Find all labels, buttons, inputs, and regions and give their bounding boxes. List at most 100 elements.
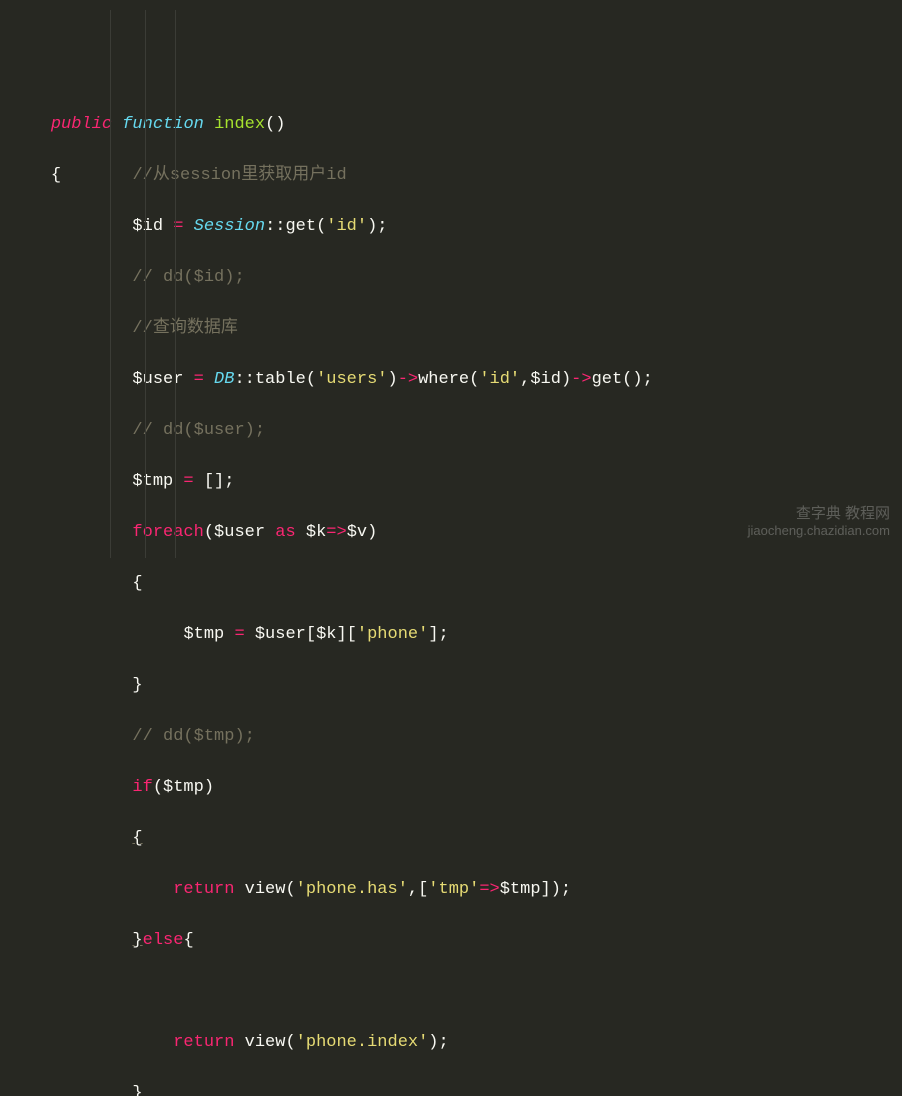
function: view: [245, 880, 286, 899]
punct: (: [285, 880, 295, 899]
keyword: foreach: [132, 523, 203, 542]
comment: //从session里获取用户id: [132, 166, 346, 185]
code-line[interactable]: {: [10, 826, 892, 852]
method: table: [255, 370, 306, 389]
punct: (: [306, 370, 316, 389]
string: 'phone.has': [296, 880, 408, 899]
code-editor[interactable]: public function index() { //从session里获取用…: [10, 10, 892, 1096]
punct: ();: [622, 370, 653, 389]
code-line[interactable]: {: [10, 571, 892, 597]
string: 'tmp': [428, 880, 479, 899]
comment: // dd($user);: [132, 421, 265, 440]
method: get: [285, 217, 316, 236]
punct: ): [561, 370, 571, 389]
punct: (: [204, 523, 214, 542]
punct: (: [316, 217, 326, 236]
operator: ->: [398, 370, 418, 389]
code-line[interactable]: $user = DB::table('users')->where('id',$…: [10, 367, 892, 393]
variable: $tmp: [183, 625, 224, 644]
watermark-text-cn: 查字典 教程网: [748, 504, 890, 524]
code-line[interactable]: return view('phone.index');: [10, 1030, 892, 1056]
code-line[interactable]: $id = Session::get('id');: [10, 214, 892, 240]
punct: (): [265, 115, 285, 134]
variable: $k: [306, 523, 326, 542]
punct: (: [469, 370, 479, 389]
code-line[interactable]: $tmp = [];: [10, 469, 892, 495]
brace: {: [132, 574, 142, 593]
variable: $tmp: [132, 472, 173, 491]
punct: ,: [408, 880, 418, 899]
function: view: [245, 1033, 286, 1052]
brace: {: [132, 829, 142, 848]
punct: ,: [520, 370, 530, 389]
class: DB: [214, 370, 234, 389]
punct: ): [367, 523, 377, 542]
punct: (: [285, 1033, 295, 1052]
comment: //查询数据库: [132, 319, 237, 338]
keyword: function: [122, 115, 204, 134]
code-line[interactable]: // dd($tmp);: [10, 724, 892, 750]
code-line[interactable]: // dd($user);: [10, 418, 892, 444]
variable: $id: [530, 370, 561, 389]
watermark-url: jiaocheng.chazidian.com: [748, 523, 890, 540]
string: 'id': [479, 370, 520, 389]
brace: }: [132, 676, 142, 695]
space: [234, 1033, 244, 1052]
class: Session: [194, 217, 265, 236]
code-line[interactable]: }: [10, 1081, 892, 1096]
brace: }: [132, 1084, 142, 1096]
string: 'phone': [357, 625, 428, 644]
punct: ::: [234, 370, 254, 389]
punct: ::: [265, 217, 285, 236]
brace: {: [51, 166, 61, 185]
code-line[interactable]: [10, 979, 892, 1005]
comment: // dd($id);: [132, 268, 244, 287]
keyword: public: [51, 115, 112, 134]
comment: // dd($tmp);: [132, 727, 254, 746]
code-line[interactable]: //查询数据库: [10, 316, 892, 342]
string: 'phone.index': [296, 1033, 429, 1052]
string: 'users': [316, 370, 387, 389]
operator: =>: [326, 523, 346, 542]
method: where: [418, 370, 469, 389]
operator: ->: [571, 370, 591, 389]
punct: [];: [204, 472, 235, 491]
variable: $k: [316, 625, 336, 644]
method: get: [592, 370, 623, 389]
variable: $tmp: [163, 778, 204, 797]
punct: ];: [428, 625, 448, 644]
function-name: index: [214, 115, 265, 134]
code-line[interactable]: $tmp = $user[$k]['phone'];: [10, 622, 892, 648]
punct: ): [388, 370, 398, 389]
operator: =: [173, 472, 204, 491]
code-line[interactable]: return view('phone.has',['tmp'=>$tmp]);: [10, 877, 892, 903]
variable: $id: [132, 217, 163, 236]
keyword: else: [143, 931, 184, 950]
space: [234, 880, 244, 899]
variable: $user: [255, 625, 306, 644]
variable: $v: [347, 523, 367, 542]
code-line[interactable]: }else{: [10, 928, 892, 954]
punct: );: [428, 1033, 448, 1052]
code-line[interactable]: // dd($id);: [10, 265, 892, 291]
code-line[interactable]: if($tmp): [10, 775, 892, 801]
indent-guide: [175, 10, 176, 558]
indent-guide: [145, 10, 146, 558]
punct: [: [306, 625, 316, 644]
watermark: 查字典 教程网 jiaocheng.chazidian.com: [748, 504, 890, 540]
variable: $tmp: [500, 880, 541, 899]
keyword: return: [173, 880, 234, 899]
string: 'id': [326, 217, 367, 236]
operator: =>: [479, 880, 499, 899]
code-line[interactable]: }: [10, 673, 892, 699]
code-line[interactable]: { //从session里获取用户id: [10, 163, 892, 189]
keyword: if: [132, 778, 152, 797]
operator: as: [265, 523, 306, 542]
code-line[interactable]: public function index(): [10, 112, 892, 138]
punct: ): [204, 778, 214, 797]
brace: {: [183, 931, 193, 950]
variable: $user: [214, 523, 265, 542]
brace: }: [132, 931, 142, 950]
operator: =: [183, 370, 214, 389]
punct: ]);: [541, 880, 572, 899]
